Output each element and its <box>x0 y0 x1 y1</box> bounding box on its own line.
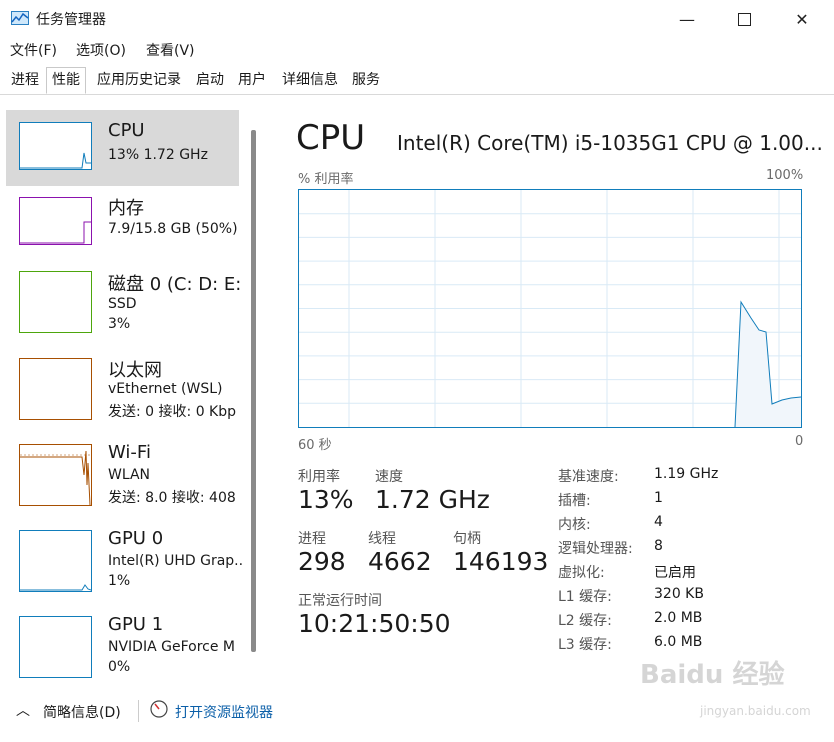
tab-users[interactable]: 用户 <box>236 68 268 93</box>
graph-axis-label: % 利用率 <box>298 172 354 187</box>
sidebar-item-detail: SSD <box>108 296 137 312</box>
sidebar-item-name: CPU <box>108 120 145 141</box>
resource-monitor-icon[interactable] <box>150 700 168 722</box>
open-resource-monitor-link[interactable]: 打开资源监视器 <box>175 702 273 722</box>
tab-processes[interactable]: 进程 <box>9 68 41 93</box>
sidebar-item-name: Wi-Fi <box>108 442 151 463</box>
cpu-thumbnail-graph <box>19 122 92 170</box>
memory-thumbnail-graph <box>19 197 92 245</box>
spec-value: 已启用 <box>654 565 696 581</box>
sidebar-item-cpu[interactable]: CPU 13% 1.72 GHz <box>6 110 239 186</box>
processes-label: 进程 <box>298 531 326 547</box>
maximize-icon <box>737 12 751 26</box>
title-bar: 任务管理器 — ✕ <box>0 0 834 38</box>
tab-startup[interactable]: 启动 <box>194 68 226 93</box>
cpu-usage-graph <box>298 189 802 428</box>
sidebar-scrollbar[interactable] <box>251 130 256 652</box>
spec-label: 逻辑处理器: <box>558 541 633 557</box>
graph-max-label: 100% <box>766 168 804 183</box>
close-button[interactable]: ✕ <box>782 6 822 32</box>
spec-value: 4 <box>654 514 663 530</box>
sidebar-item-name: GPU 0 <box>108 528 164 549</box>
sidebar-item-detail: 13% 1.72 GHz <box>108 147 208 163</box>
threads-label: 线程 <box>368 531 396 547</box>
resource-sidebar: CPU 13% 1.72 GHz 内存 7.9/15.8 GB (50%) 磁盘… <box>4 108 267 678</box>
minimize-icon: — <box>679 9 695 29</box>
spec-label: 内核: <box>558 517 591 533</box>
sidebar-item-gpu1[interactable]: GPU 1 NVIDIA GeForce M 0% <box>6 606 239 686</box>
sidebar-item-detail-2: 1% <box>108 573 131 589</box>
menu-options[interactable]: 选项(O) <box>76 40 126 60</box>
spec-label: L1 缓存: <box>558 589 612 605</box>
sidebar-item-name: 内存 <box>108 198 144 219</box>
sidebar-item-gpu0[interactable]: GPU 0 Intel(R) UHD Grap.. 1% <box>6 520 243 600</box>
sidebar-item-detail-2: 发送: 0 接收: 0 Kbp <box>108 404 237 420</box>
threads-value: 4662 <box>368 547 432 576</box>
tab-details[interactable]: 详细信息 <box>278 68 342 93</box>
processes-value: 298 <box>298 547 346 576</box>
uptime-label: 正常运行时间 <box>298 593 382 609</box>
task-manager-icon <box>11 10 29 25</box>
uptime-value: 10:21:50:50 <box>298 609 451 638</box>
spec-value: 1 <box>654 490 663 506</box>
wifi-thumbnail-graph <box>19 444 92 506</box>
sidebar-item-detail: WLAN <box>108 467 151 483</box>
gpu1-thumbnail-graph <box>19 616 92 678</box>
sidebar-item-detail: 7.9/15.8 GB (50%) <box>108 221 238 237</box>
sidebar-item-detail-2: 3% <box>108 316 131 332</box>
tab-services[interactable]: 服务 <box>350 68 382 93</box>
gpu0-thumbnail-graph <box>19 530 92 592</box>
sidebar-item-name: 以太网 <box>108 360 162 381</box>
watermark-logo: Baidu 经验 <box>640 660 785 690</box>
graph-time-label: 60 秒 <box>298 438 332 453</box>
minimize-button[interactable]: — <box>667 6 707 32</box>
sidebar-item-detail: vEthernet (WSL) <box>108 381 223 397</box>
sidebar-item-ethernet[interactable]: 以太网 vEthernet (WSL) 发送: 0 接收: 0 Kbp <box>6 348 239 428</box>
ethernet-thumbnail-graph <box>19 358 92 420</box>
utilization-value: 13% <box>298 485 354 514</box>
spec-value: 2.0 MB <box>654 610 703 626</box>
sidebar-item-detail: NVIDIA GeForce M <box>108 639 235 655</box>
footer-bar: ︿ 简略信息(D) 打开资源监视器 <box>0 690 834 734</box>
menu-file[interactable]: 文件(F) <box>10 40 57 60</box>
tab-app-history[interactable]: 应用历史记录 <box>92 68 186 93</box>
spec-value: 8 <box>654 538 663 554</box>
cpu-model-name: Intel(R) Core(TM) i5-1035G1 CPU @ 1.00..… <box>397 131 823 155</box>
sidebar-item-detail: Intel(R) UHD Grap.. <box>108 553 244 569</box>
spec-label: L3 缓存: <box>558 637 612 653</box>
page-title: CPU <box>296 118 366 158</box>
sidebar-item-disk[interactable]: 磁盘 0 (C: D: E: SSD 3% <box>6 262 242 342</box>
spec-label: 插槽: <box>558 493 591 509</box>
speed-label: 速度 <box>375 469 403 485</box>
footer-divider <box>138 700 139 722</box>
spec-value: 1.19 GHz <box>654 466 719 482</box>
speed-value: 1.72 GHz <box>375 485 490 514</box>
spec-value: 6.0 MB <box>654 634 703 650</box>
fewer-details-button[interactable]: 简略信息(D) <box>43 702 121 722</box>
tab-performance[interactable]: 性能 <box>46 67 86 94</box>
sidebar-item-memory[interactable]: 内存 7.9/15.8 GB (50%) <box>6 186 239 262</box>
sidebar-item-detail-2: 发送: 8.0 接收: 408 <box>108 490 236 506</box>
spec-value: 320 KB <box>654 586 704 602</box>
graph-now-label: 0 <box>795 434 804 449</box>
sidebar-item-name: 磁盘 0 (C: D: E: <box>108 274 242 295</box>
menu-view[interactable]: 查看(V) <box>146 40 195 60</box>
window-title: 任务管理器 <box>36 12 106 28</box>
chevron-up-icon[interactable]: ︿ <box>16 700 30 720</box>
tab-bar: 进程 性能 应用历史记录 启动 用户 详细信息 服务 <box>0 67 834 95</box>
handles-label: 句柄 <box>453 531 481 547</box>
utilization-label: 利用率 <box>298 469 340 485</box>
close-icon: ✕ <box>795 9 809 29</box>
sidebar-item-wifi[interactable]: Wi-Fi WLAN 发送: 8.0 接收: 408 <box>6 434 239 514</box>
disk-thumbnail-graph <box>19 271 92 333</box>
handles-value: 146193 <box>453 547 549 576</box>
spec-label: L2 缓存: <box>558 613 612 629</box>
spec-label: 虚拟化: <box>558 565 605 581</box>
spec-label: 基准速度: <box>558 469 619 485</box>
sidebar-item-name: GPU 1 <box>108 614 164 635</box>
maximize-button[interactable] <box>724 6 764 32</box>
sidebar-item-detail-2: 0% <box>108 659 131 675</box>
